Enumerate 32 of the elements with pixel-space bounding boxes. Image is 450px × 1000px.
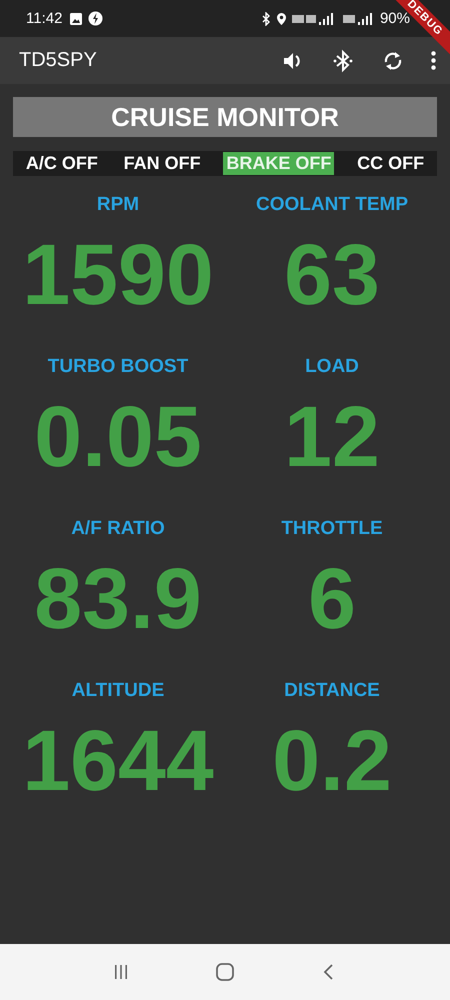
gauge-label: DISTANCE — [284, 679, 380, 703]
bluetooth-icon — [331, 48, 355, 72]
gauge-value: 1590 — [22, 226, 214, 325]
indicator-label: CC OFF — [356, 152, 426, 175]
more-icon — [431, 51, 436, 70]
gauge-value: 63 — [284, 226, 380, 325]
gauge-value: 12 — [284, 388, 380, 487]
gauge-label: TURBO BOOST — [48, 355, 188, 379]
location-icon — [276, 12, 287, 26]
gauge-value: 83.9 — [34, 550, 202, 649]
status-time: 11:42 — [26, 10, 62, 27]
battery-level: 90% — [380, 10, 410, 27]
signal-icon — [342, 12, 375, 26]
indicator-label: BRAKE OFF — [223, 152, 334, 175]
gauge-value: 0.05 — [34, 388, 202, 487]
gauge-value: 1644 — [22, 712, 214, 811]
indicator-label: A/C OFF — [24, 152, 99, 175]
bluetooth-icon — [260, 12, 271, 26]
gauge-label: COOLANT TEMP — [256, 193, 408, 217]
gauge-label: A/F RATIO — [71, 517, 165, 541]
gauge-value: 6 — [308, 550, 356, 649]
image-icon — [69, 12, 84, 26]
gauge-label: THROTTLE — [281, 517, 383, 541]
gauge-label: ALTITUDE — [72, 679, 164, 703]
gauge-value: 0.2 — [272, 712, 392, 811]
gauge-label: RPM — [96, 193, 140, 217]
home-icon — [214, 962, 235, 982]
panel-title: CRUISE MONITOR — [13, 97, 437, 137]
gauge-label: LOAD — [305, 355, 359, 379]
bolt-circle-icon — [88, 11, 104, 26]
indicator-label: FAN OFF — [122, 152, 202, 175]
app-title: TD5SPY — [19, 49, 97, 72]
